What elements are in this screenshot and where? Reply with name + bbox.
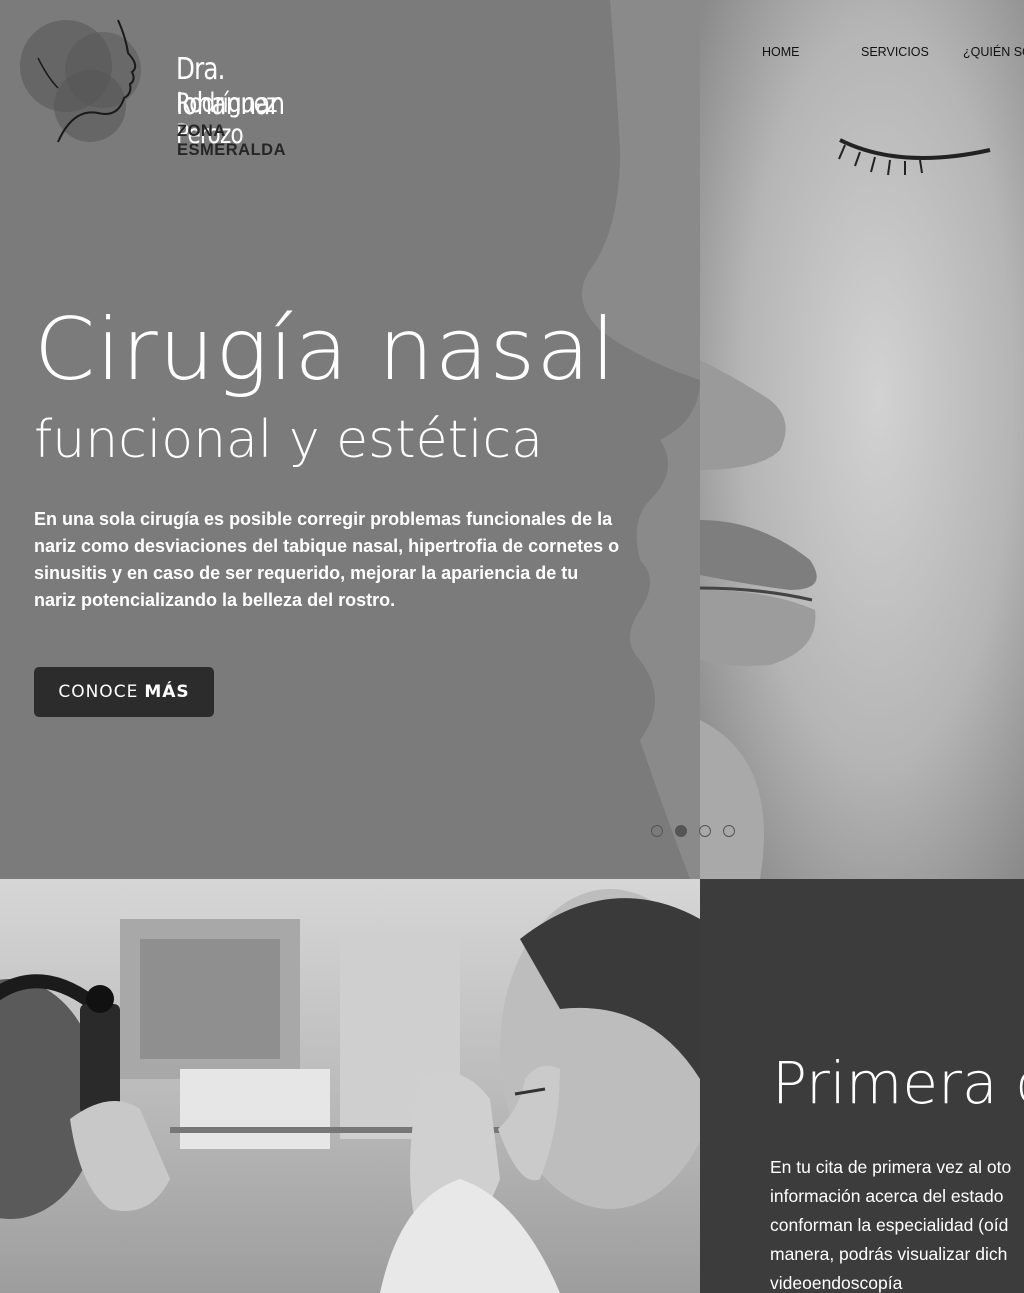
brand-zone: ZONA ESMERALDA: [177, 122, 287, 159]
conoce-mas-button[interactable]: CONOCE MÁS: [34, 667, 214, 717]
first-visit-section: Primera c En tu cita de primera vez al o…: [0, 879, 1024, 1293]
hero-face-photo: [700, 0, 1024, 879]
slider-pagination: [651, 825, 735, 837]
slider-dot-3[interactable]: [699, 825, 711, 837]
first-visit-description: En tu cita de primera vez al oto informa…: [770, 1157, 1012, 1293]
hero-subtitle: funcional y estética: [34, 410, 543, 470]
cta-label-regular: CONOCE: [58, 682, 139, 702]
first-visit-panel: Primera c En tu cita de primera vez al o…: [700, 879, 1024, 1293]
logo-circles-icon: [20, 19, 141, 143]
nav-servicios[interactable]: SERVICIOS: [861, 45, 929, 59]
slider-dot-2[interactable]: [675, 825, 687, 837]
hero-slider: Dra. Iohannan Rodríguez Perozo ZONA ESME…: [0, 0, 1024, 879]
brand-logo[interactable]: Dra. Iohannan Rodríguez Perozo ZONA ESME…: [18, 18, 338, 159]
hero-title: Cirugía nasal: [34, 300, 617, 400]
slider-dot-1[interactable]: [651, 825, 663, 837]
doctor-exam-photo: [0, 879, 700, 1293]
face-profile-image: [700, 0, 1024, 879]
hero-description: En una sola cirugía es posible corregir …: [34, 509, 620, 610]
cta-label-bold: MÁS: [144, 682, 190, 702]
doctor-exam-image: [0, 889, 700, 1293]
first-visit-title: Primera c: [772, 1049, 1024, 1117]
nav-quien-soy[interactable]: ¿QUIÉN SO: [963, 45, 1024, 59]
nav-home[interactable]: HOME: [762, 45, 800, 59]
slider-dot-4[interactable]: [723, 825, 735, 837]
